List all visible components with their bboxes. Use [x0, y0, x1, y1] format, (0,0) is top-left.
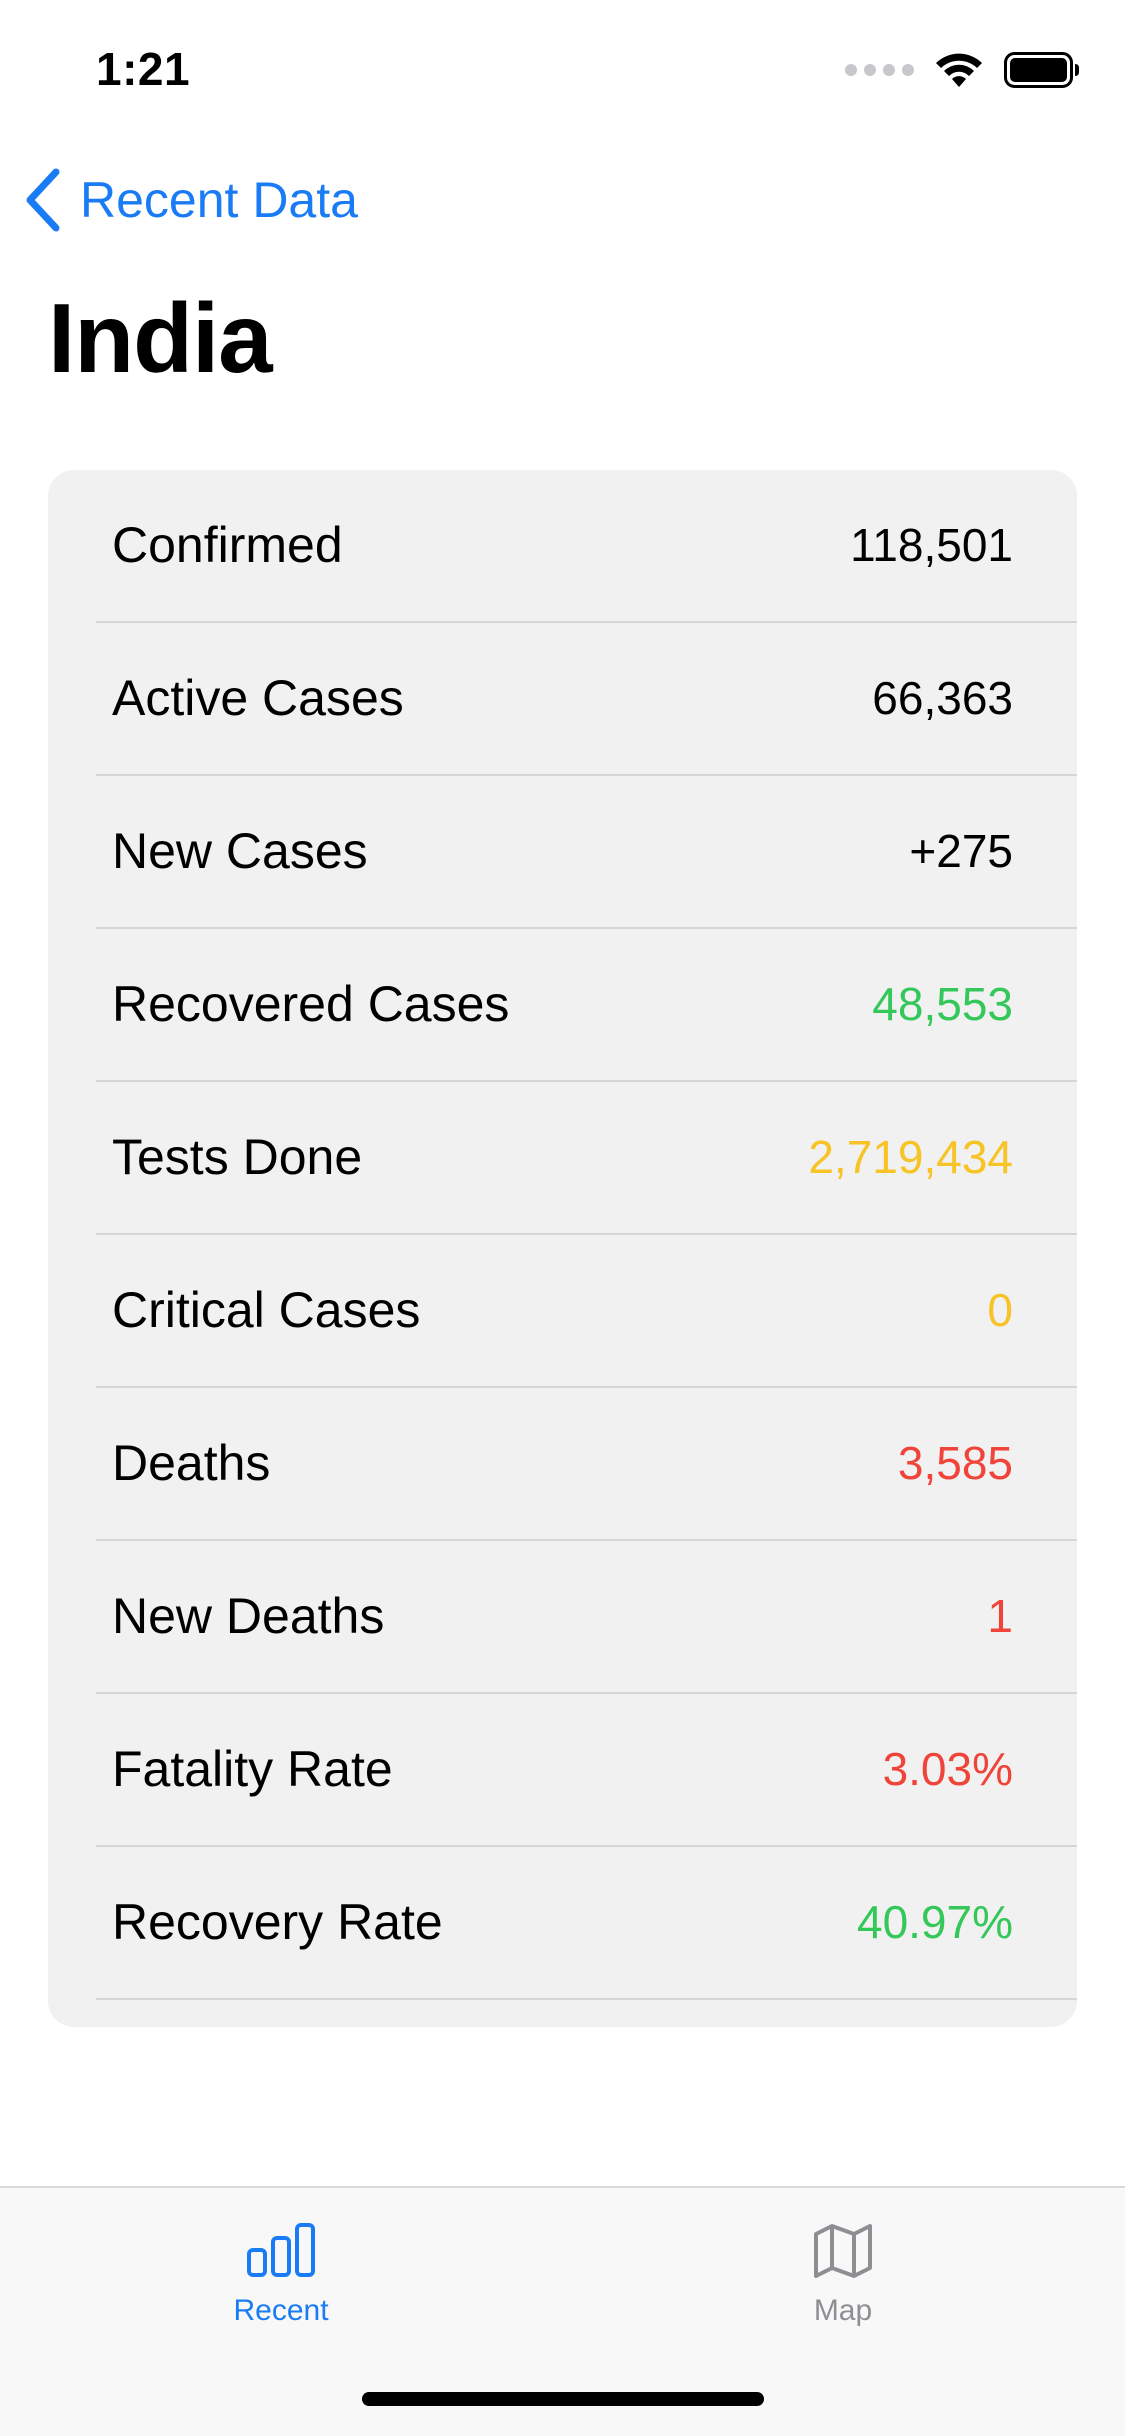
- stat-row-new-deaths: New Deaths 1: [48, 1541, 1077, 1694]
- stat-label: Fatality Rate: [112, 1741, 393, 1797]
- stat-row-confirmed: Confirmed 118,501: [48, 470, 1077, 623]
- stat-row-recovered-cases: Recovered Cases 48,553: [48, 929, 1077, 1082]
- tab-map[interactable]: Map: [693, 2188, 993, 2348]
- stat-value: 0: [987, 1284, 1013, 1336]
- stat-value: +275: [909, 825, 1013, 877]
- stat-row-tests-done: Tests Done 2,719,434: [48, 1082, 1077, 1235]
- bar-chart-icon: [247, 2223, 315, 2277]
- tab-label: Map: [813, 2294, 873, 2327]
- stat-label: New Cases: [112, 823, 368, 879]
- stat-label: New Deaths: [112, 1588, 385, 1644]
- map-icon: [814, 2224, 872, 2278]
- stat-value: 118,501: [850, 519, 1013, 571]
- back-label: Recent Data: [80, 172, 358, 228]
- stat-row-new-cases: New Cases +275: [48, 776, 1077, 929]
- stat-value: 66,363: [872, 672, 1013, 724]
- tab-recent[interactable]: Recent: [131, 2188, 431, 2348]
- stat-value: 3,585: [897, 1437, 1013, 1489]
- status-bar: 1:21: [0, 0, 1125, 132]
- stat-label: Active Cases: [112, 670, 404, 726]
- stat-value: 48,553: [872, 978, 1013, 1030]
- stat-row-critical-cases: Critical Cases 0: [48, 1235, 1077, 1388]
- stat-value: 3.03%: [882, 1743, 1013, 1795]
- stat-row-deaths: Deaths 3,585: [48, 1388, 1077, 1541]
- back-button[interactable]: Recent Data: [24, 165, 358, 235]
- chevron-left-icon: [26, 168, 60, 232]
- tab-label: Recent: [233, 2294, 329, 2327]
- home-indicator: [362, 2392, 764, 2406]
- stat-value: 2,719,434: [808, 1131, 1013, 1183]
- battery-icon: [1004, 52, 1079, 88]
- stat-value: 1: [987, 1590, 1013, 1642]
- status-icons: [845, 50, 1080, 90]
- stat-row-active-cases: Active Cases 66,363: [48, 623, 1077, 776]
- cellular-signal-icon: [845, 64, 914, 76]
- stat-label: Critical Cases: [112, 1282, 421, 1338]
- stat-label: Deaths: [112, 1435, 271, 1491]
- stat-label: Tests Done: [112, 1129, 363, 1185]
- stat-row-recovery-rate: Recovery Rate 40.97%: [48, 1847, 1077, 2000]
- status-time: 1:21: [96, 43, 191, 95]
- stat-label: Recovery Rate: [112, 1894, 443, 1950]
- stat-label: Recovered Cases: [112, 976, 510, 1032]
- stats-card: Confirmed 118,501 Active Cases 66,363 Ne…: [48, 470, 1077, 2027]
- stat-value: 40.97%: [856, 1896, 1013, 1948]
- stat-label: Confirmed: [112, 517, 343, 573]
- stat-row-fatality-rate: Fatality Rate 3.03%: [48, 1694, 1077, 1847]
- page-title: India: [48, 283, 273, 393]
- wifi-icon: [936, 53, 982, 87]
